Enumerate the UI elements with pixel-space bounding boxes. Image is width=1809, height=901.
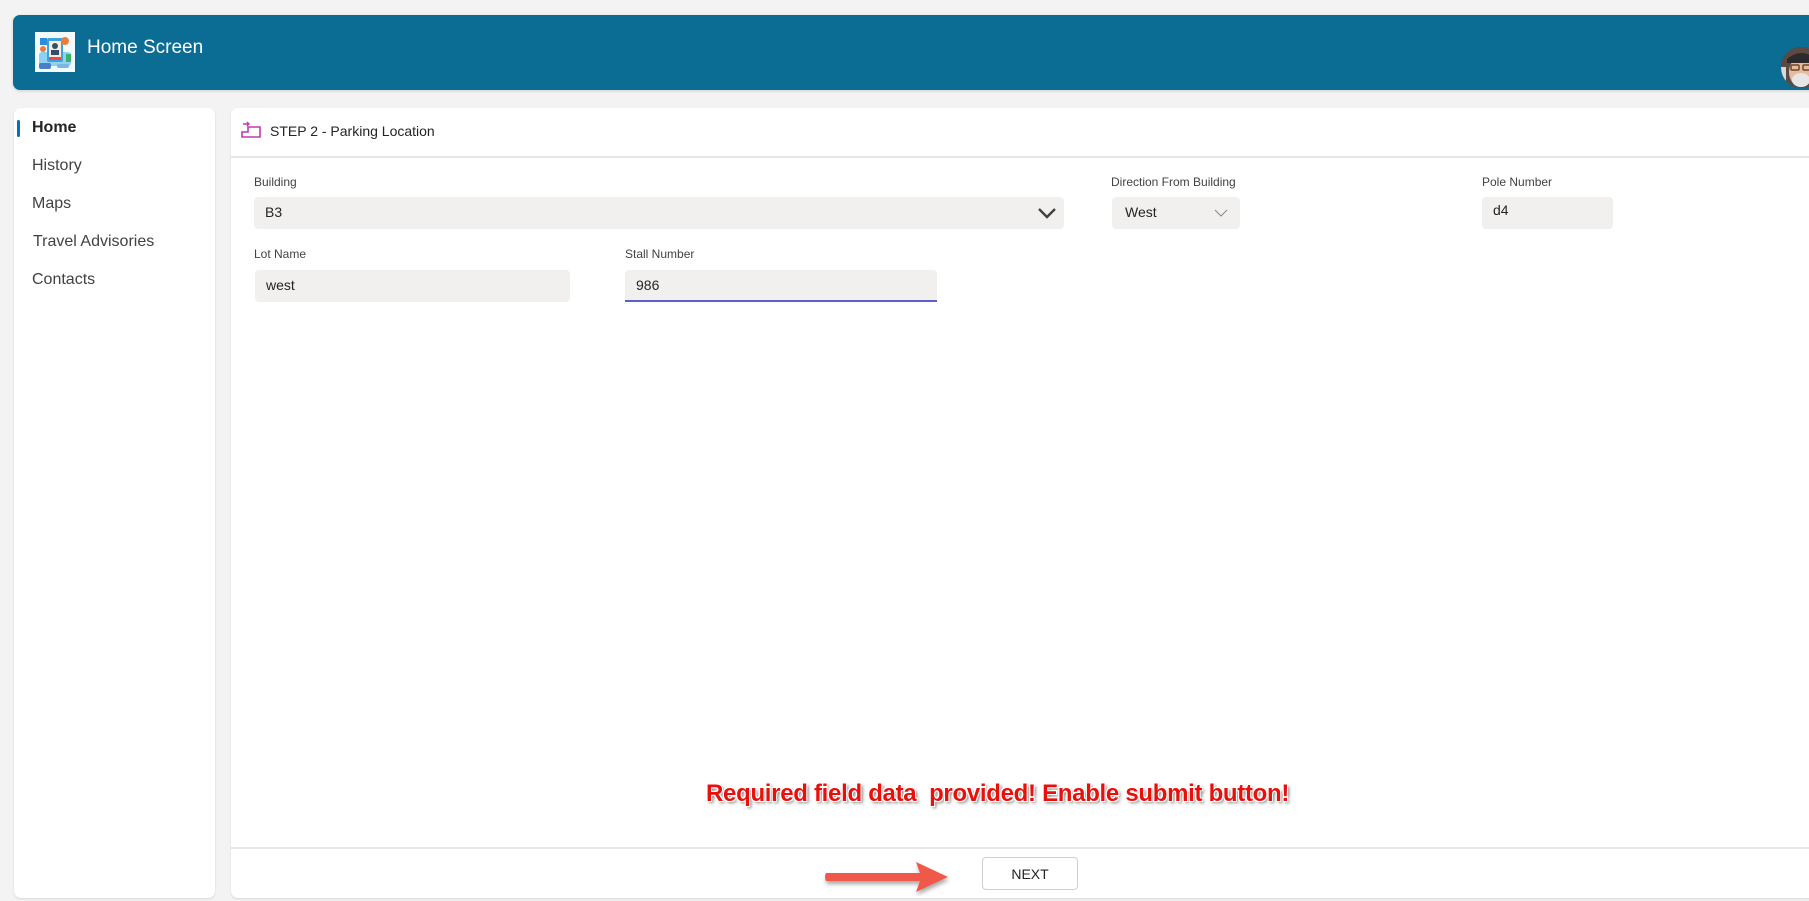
sidebar-nav: Home History Maps Travel Advisories Cont… (14, 108, 215, 898)
pole-number-input[interactable]: d4 (1482, 197, 1613, 229)
step-title: STEP 2 - Parking Location (270, 123, 435, 139)
sidebar-item-home[interactable]: Home (14, 113, 215, 145)
active-indicator (17, 120, 20, 137)
sidebar-item-label: History (32, 157, 82, 174)
sidebar-item-label: Home (32, 119, 77, 136)
lot-name-value: west (266, 277, 295, 293)
app-logo-icon (35, 32, 75, 72)
annotation-callout: Required field data provided! Enable sub… (706, 780, 1290, 807)
building-dropdown[interactable]: B3 (254, 197, 1064, 229)
building-value: B3 (265, 204, 283, 220)
direction-label: Direction From Building (1111, 175, 1236, 189)
stairs-step-icon (241, 121, 261, 139)
stall-number-input[interactable]: 986 (625, 270, 937, 302)
lot-name-input[interactable]: west (255, 270, 570, 302)
sidebar-item-label: Maps (32, 195, 72, 212)
direction-dropdown[interactable]: West (1112, 197, 1240, 229)
app-title: Home Screen (87, 37, 204, 58)
building-label: Building (254, 175, 297, 189)
sidebar-item-label: Contacts (32, 271, 96, 288)
sidebar-item-contacts[interactable]: Contacts (14, 265, 215, 297)
arrow-right-icon (825, 862, 948, 892)
sidebar-item-travel-advisories[interactable]: Travel Advisories (14, 227, 215, 259)
pole-number-label: Pole Number (1482, 175, 1553, 189)
direction-value: West (1125, 204, 1157, 220)
stall-number-label: Stall Number (625, 247, 695, 261)
user-avatar[interactable] (1781, 47, 1809, 88)
lot-name-label: Lot Name (254, 247, 307, 261)
pole-number-value: d4 (1493, 202, 1509, 218)
chevron-down-icon (1214, 209, 1228, 217)
next-button[interactable]: NEXT (982, 857, 1078, 890)
step-header: STEP 2 - Parking Location (231, 108, 1809, 158)
app-header: Home Screen (13, 15, 1809, 90)
sidebar-item-history[interactable]: History (14, 151, 215, 183)
footer-divider (231, 847, 1809, 849)
chevron-down-icon (1038, 208, 1056, 219)
sidebar-item-label: Travel Advisories (33, 233, 155, 250)
stall-number-value: 986 (636, 277, 660, 293)
sidebar-item-maps[interactable]: Maps (14, 189, 215, 221)
